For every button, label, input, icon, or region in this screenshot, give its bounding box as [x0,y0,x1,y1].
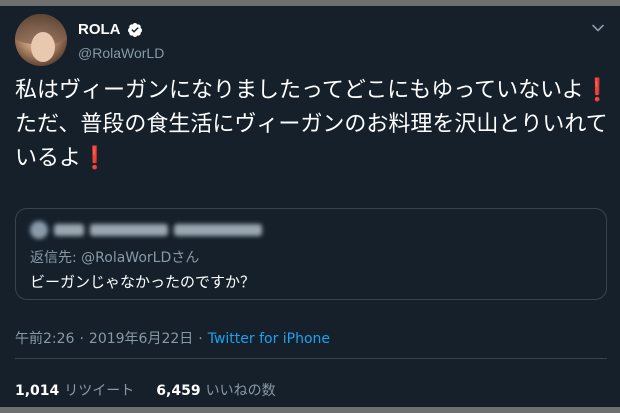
tweet-card: ROLA @RolaWorLD 私はヴィーガンになりましたってどこにもゆっていな… [0,6,620,407]
blurred-handle [174,224,262,236]
tweet-date[interactable]: 2019年6月22日 [89,328,193,348]
retweets-stat[interactable]: 1,014 リツイート [15,380,134,400]
tweet-meta: 午前2:26 · 2019年6月22日 · Twitter for iPhone [15,328,330,348]
retweets-count: 1,014 [15,383,60,399]
blurred-name [90,224,168,236]
avatar-face [31,32,55,62]
tweet-text-part1: 私はヴィーガンになりましたってどこにもゆっていないよ [15,78,584,103]
avatar[interactable] [15,14,67,66]
blurred-name [54,224,84,236]
likes-count: 6,459 [156,383,201,399]
meta-separator: · [79,331,84,347]
blurred-quote-author [30,221,262,239]
reply-to-label: 返信先: @RolaWorLDさん [30,250,200,266]
exclamation-icon: ❗ [583,78,612,103]
likes-label: いいねの数 [205,383,276,399]
retweets-label: リツイート [64,383,135,399]
meta-separator: · [198,331,203,347]
quoted-tweet[interactable]: 返信先: @RolaWorLDさん ビーガンじゃなかったのですか？ [15,208,607,300]
chevron-down-icon[interactable] [590,20,606,36]
tweet-source-link[interactable]: Twitter for iPhone [208,331,330,347]
blurred-avatar [30,221,48,239]
exclamation-icon: ❗ [81,146,109,171]
divider [15,358,607,359]
author-name-row: ROLA [78,21,143,38]
verified-badge-icon [127,22,142,37]
tweet-time[interactable]: 午前2:26 [15,328,74,348]
display-name[interactable]: ROLA [78,21,121,38]
tweet-text: 私はヴィーガンになりましたってどこにもゆっていないよ❗ ただ、普段の食生活にヴィ… [15,74,615,176]
author-handle[interactable]: @RolaWorLD [78,45,164,61]
quoted-tweet-text: ビーガンじゃなかったのですか？ [30,273,256,291]
likes-stat[interactable]: 6,459 いいねの数 [156,380,275,400]
tweet-stats: 1,014 リツイート 6,459 いいねの数 [15,380,276,400]
